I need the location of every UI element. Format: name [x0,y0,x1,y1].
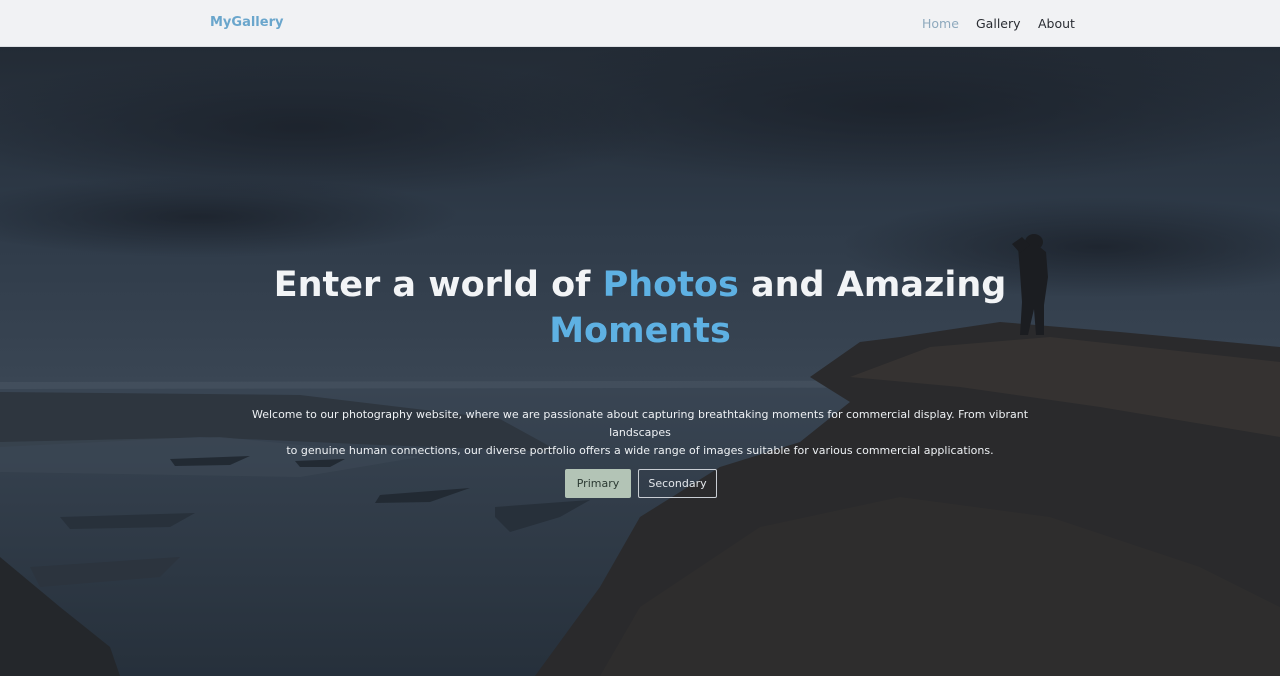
hero-headline: Enter a world of Photos and Amazing Mome… [240,262,1040,354]
nav-link-gallery[interactable]: Gallery [976,16,1021,31]
hero-content: Enter a world of Photos and Amazing Mome… [0,47,1280,676]
lead-line-1: Welcome to our photography website, wher… [251,408,1029,439]
nav-link-about[interactable]: About [1038,16,1075,31]
nav-link-home[interactable]: Home [922,16,959,31]
headline-accent-moments: Moments [549,311,731,351]
primary-button[interactable]: Primary [565,469,631,498]
headline-accent-photos: Photos [602,265,739,305]
top-navbar: MyGallery Home Gallery About [0,0,1280,47]
secondary-button[interactable]: Secondary [638,469,717,498]
brand-logo-link[interactable]: MyGallery [210,15,283,30]
hero-section: Enter a world of Photos and Amazing Mome… [0,47,1280,676]
lead-line-2: to genuine human connections, our divers… [286,444,994,457]
headline-text-1: Enter a world of [273,265,603,305]
headline-text-2: and Amazing [738,265,1007,305]
hero-lead-paragraph: Welcome to our photography website, wher… [240,406,1040,460]
